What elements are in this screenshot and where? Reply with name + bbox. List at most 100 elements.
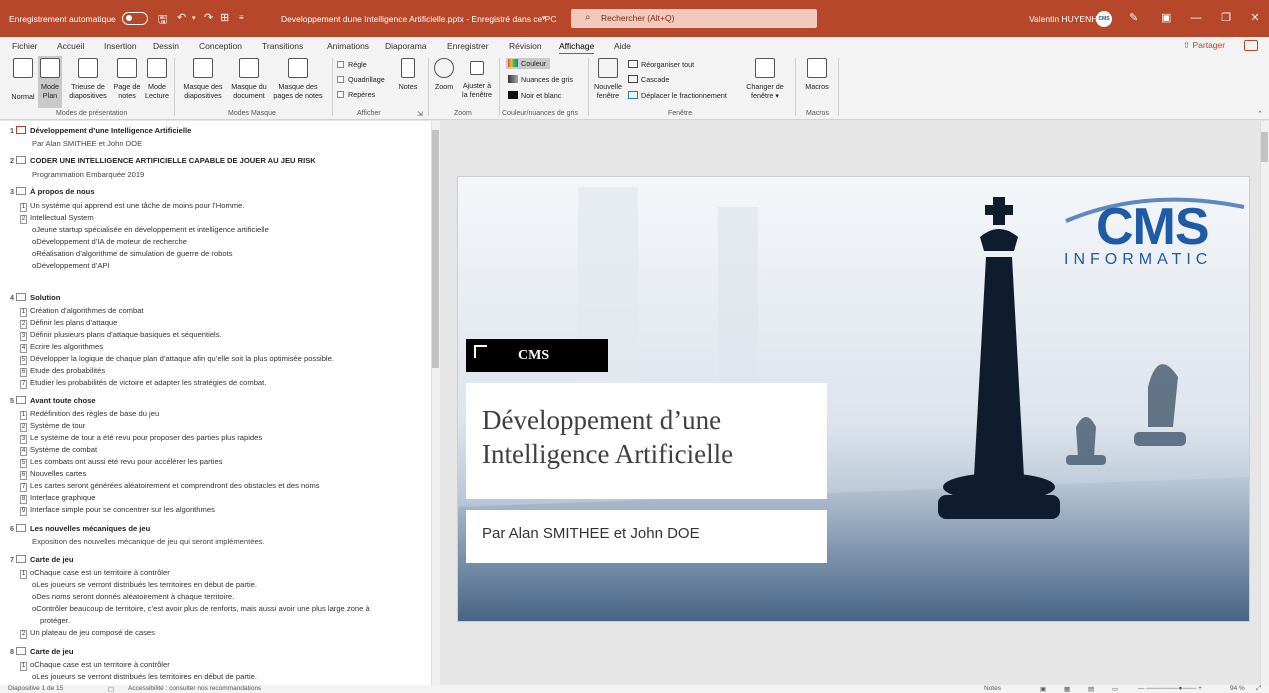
list-item[interactable]: 6 Nouvelles cartes <box>20 469 86 480</box>
list-item[interactable]: oJeune startup spécialisée en développem… <box>32 225 269 234</box>
tab-accueil[interactable]: Accueil <box>57 41 84 51</box>
list-item[interactable]: oLes joueurs se verront distribués les t… <box>32 672 257 681</box>
undo-icon[interactable]: ↶ <box>177 11 186 24</box>
list-item[interactable]: 1 Un système qui apprend est une tâche de… <box>20 201 244 212</box>
autosave-toggle[interactable] <box>122 12 148 25</box>
pen-icon[interactable]: ✎ <box>1129 11 1138 24</box>
outline-pane[interactable]: 1 Développement d’une Intelligence Artifi… <box>0 121 431 685</box>
zoom-button[interactable]: Zoom <box>431 58 457 91</box>
guides-checkbox[interactable]: Repères <box>337 90 375 99</box>
accessibility-status[interactable]: Accessibilité : consulter nos recommanda… <box>128 685 261 692</box>
outline-slide-8-title[interactable]: 8 Carte de jeu <box>10 647 73 656</box>
list-item[interactable]: oDes noms seront donnés aléatoirement à … <box>32 592 234 601</box>
list-item[interactable]: 5 Développer la logique de chaque plan d’… <box>20 354 334 365</box>
tab-transitions[interactable]: Transitions <box>262 41 303 51</box>
list-item[interactable]: 4 Ecrire les algorithmes <box>20 342 103 353</box>
save-icon[interactable]: 🖫 <box>158 11 167 30</box>
tab-dessin[interactable]: Dessin <box>153 41 179 51</box>
list-item[interactable]: 1 oChaque case est un territoire à contrô… <box>20 660 170 671</box>
outline-slide-1-title[interactable]: 1 Développement d’une Intelligence Artifi… <box>10 126 191 135</box>
list-item[interactable]: 5 Les combats ont aussi été revu pour acc… <box>20 457 222 468</box>
ribbon-display-icon[interactable]: ▣ <box>1161 11 1171 24</box>
list-item[interactable]: 1 oChaque case est un territoire à contrô… <box>20 568 170 579</box>
list-item[interactable]: 6 Etude des probabilités <box>20 366 105 377</box>
slide-subtitle[interactable]: Par Alan SMITHEE et John DOE <box>482 525 700 542</box>
list-item[interactable]: 2 Intellectual System <box>20 213 94 224</box>
outline-slide-7-title[interactable]: 7 Carte de jeu <box>10 555 73 564</box>
list-item[interactable]: 3 Le système de tour a été revu pour prop… <box>20 433 262 444</box>
list-item[interactable]: 2 Un plateau de jeu composé de cases <box>20 628 155 639</box>
slide-canvas[interactable]: CMS INFORMATIC CMS Développement d’une I… <box>457 176 1250 622</box>
collapse-ribbon-icon[interactable]: ⌃ <box>1257 110 1263 118</box>
notes-master-button[interactable]: Masque des pages de notes <box>270 58 326 100</box>
redo-icon[interactable]: ↷ <box>204 11 213 24</box>
notes-page-button[interactable]: Page de notes <box>112 58 142 100</box>
close-button[interactable]: ✕ <box>1240 8 1269 28</box>
outline-slide-1-subtitle[interactable]: Par Alan SMITHEE et John DOE <box>32 139 142 148</box>
outline-slide-4-title[interactable]: 4 Solution <box>10 293 60 302</box>
list-item[interactable]: oLes joueurs se verront distribués les t… <box>32 580 257 589</box>
tab-affichage[interactable]: Affichage <box>559 41 595 55</box>
handout-master-button[interactable]: Masque du document <box>229 58 269 100</box>
outline-slide-2-title[interactable]: 2 CODER UNE INTELLIGENCE ARTIFICIELLE CAP… <box>10 156 316 165</box>
slide-title[interactable]: Développement d’une Intelligence Artific… <box>482 403 733 471</box>
list-item[interactable]: oDéveloppement d’API <box>32 261 110 270</box>
title-placeholder[interactable]: Développement d’une Intelligence Artific… <box>466 383 827 499</box>
grayscale-button[interactable]: Nuances de gris <box>508 75 573 84</box>
present-icon[interactable]: ⊞ <box>220 11 229 24</box>
cms-tag-box[interactable]: CMS <box>466 339 608 372</box>
tab-insertion[interactable]: Insertion <box>104 41 137 51</box>
tab-aide[interactable]: Aide <box>614 41 631 51</box>
dialog-launcher-icon[interactable]: ⇲ <box>417 110 423 118</box>
list-item[interactable]: 4 Système de combat <box>20 445 97 456</box>
gridlines-checkbox[interactable]: Quadrillage <box>337 75 385 84</box>
tab-animations[interactable]: Animations <box>327 41 369 51</box>
list-item[interactable]: 3 Définir plusieurs plans d’attaque basiq… <box>20 330 222 341</box>
customize-toolbar-icon[interactable]: ≡ <box>239 13 244 22</box>
maximize-button[interactable]: ❐ <box>1211 8 1241 28</box>
normal-view-button[interactable]: Normal <box>8 58 38 101</box>
slideshow-status-icon[interactable]: ▭ <box>1112 685 1118 693</box>
tab-diaporama[interactable]: Diaporama <box>385 41 427 51</box>
title-dropdown-icon[interactable]: ▾ <box>542 14 546 22</box>
slide-master-button[interactable]: Masque des diapositives <box>180 58 226 100</box>
list-item[interactable]: 7 Les cartes seront générées aléatoiremen… <box>20 481 320 492</box>
notes-button[interactable]: Notes <box>395 58 421 91</box>
outline-slide-2-subtitle[interactable]: Programmation Embarquée 2019 <box>32 170 144 179</box>
reading-view-status-icon[interactable]: ▤ <box>1088 685 1094 693</box>
tab-conception[interactable]: Conception <box>199 41 242 51</box>
fit-slide-icon[interactable]: ⤢ <box>1256 685 1261 693</box>
avatar[interactable]: CMS <box>1096 11 1112 27</box>
sorter-view-status-icon[interactable]: ▦ <box>1064 685 1070 693</box>
ruler-checkbox[interactable]: Règle <box>337 60 367 69</box>
user-name[interactable]: Valentin HUYENH <box>1029 14 1097 24</box>
normal-view-status-icon[interactable]: ▣ <box>1040 685 1046 693</box>
share-button[interactable]: ⇧ Partager <box>1183 40 1225 51</box>
switch-window-button[interactable]: Changer de fenêtre ▾ <box>744 58 786 100</box>
editor-scroll-thumb[interactable] <box>1261 132 1268 162</box>
comments-icon[interactable] <box>1244 40 1258 51</box>
list-item[interactable]: oDéveloppement d’IA de moteur de recherc… <box>32 237 187 246</box>
tab-enregistrer[interactable]: Enregistrer <box>447 41 489 51</box>
outline-scroll-thumb[interactable] <box>432 130 439 368</box>
spell-check-icon[interactable]: ▢ <box>108 685 114 693</box>
outline-slide-6-title[interactable]: 6 Les nouvelles mécaniques de jeu <box>10 524 150 533</box>
zoom-level[interactable]: 94 % <box>1230 685 1245 692</box>
list-item[interactable]: 7 Etudier les probabilités de victoire et… <box>20 378 266 389</box>
move-split-button[interactable]: Déplacer le fractionnement <box>628 91 727 100</box>
black-white-button[interactable]: Noir et blanc <box>508 91 561 100</box>
list-item[interactable]: 1 Redéfinition des règles de base du jeu <box>20 409 159 420</box>
list-item[interactable]: 8 Interface graphique <box>20 493 95 504</box>
list-item[interactable]: protéger. <box>40 616 70 625</box>
list-item[interactable]: 9 Interface simple pour se concentrer sur… <box>20 505 215 516</box>
search-box[interactable]: ⌕ Rechercher (Alt+Q) <box>571 9 817 28</box>
macros-button[interactable]: Macros <box>802 58 832 91</box>
slide-sorter-button[interactable]: Trieuse de diapositives <box>66 58 110 100</box>
undo-dropdown-icon[interactable]: ▾ <box>192 14 196 22</box>
color-button[interactable]: Couleur <box>506 58 551 69</box>
outline-slide-6-subtitle[interactable]: Exposition des nouvelles mécanique de je… <box>32 537 265 546</box>
list-item[interactable]: 2 Système de tour <box>20 421 85 432</box>
document-title[interactable]: Developpement dune Intelligence Artifici… <box>281 14 556 24</box>
outline-slide-3-title[interactable]: 3 À propos de nous <box>10 187 95 196</box>
list-item[interactable]: oRéalisation d’algorithme de simulation … <box>32 249 233 258</box>
